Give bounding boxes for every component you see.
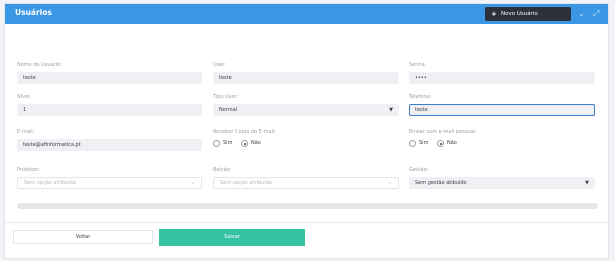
expand-icon[interactable]: ⤢ xyxy=(593,7,599,21)
receber-copia-label: Receber Copia do E-mail: xyxy=(213,129,276,135)
produtor-label: Produtor: xyxy=(17,167,40,173)
tipo-user-label: Tipo User: xyxy=(213,94,239,100)
produtor-select[interactable]: Sem opção atribuída ⌄ xyxy=(17,177,202,189)
nome-field[interactable]: teste xyxy=(17,72,202,84)
nivel-field[interactable]: 1 xyxy=(17,104,202,116)
receber-copia-radio-group: Sim Não xyxy=(213,139,293,149)
plus-icon: + xyxy=(491,10,497,18)
new-user-button[interactable]: + Novo Usuário xyxy=(485,7,571,21)
gestao-value: Sem gestão atibuído xyxy=(415,180,467,186)
nome-label: Nome do Usuário: xyxy=(17,62,62,68)
enviar-pessoal-nao-radio[interactable] xyxy=(437,140,444,147)
receber-copia-nao-radio[interactable] xyxy=(241,140,248,147)
telefone-field[interactable]: teste xyxy=(409,104,595,116)
chevron-down-icon: ⌄ xyxy=(387,180,392,186)
caret-down-icon: ▼ xyxy=(389,107,393,113)
tipo-user-select[interactable]: Normal ▼ xyxy=(213,104,399,116)
tipo-user-value: Normal xyxy=(219,107,238,113)
user-form-panel: Usuários + Novo Usuário ⌄ ⤢ Nome do Usuá… xyxy=(4,3,609,259)
enviar-pessoal-radio-group: Sim Não xyxy=(409,139,489,149)
enviar-pessoal-sim-radio[interactable] xyxy=(409,140,416,147)
caret-down-icon: ▼ xyxy=(585,180,589,186)
page-title: Usuários xyxy=(15,8,52,17)
enviar-pessoal-nao-label: Não xyxy=(447,140,457,146)
email-field[interactable]: teste@afinformatica.pt xyxy=(17,139,202,151)
senha-field[interactable]: •••• xyxy=(409,72,595,84)
enviar-pessoal-label: Enviar com e-mail pessoal: xyxy=(409,129,477,135)
user-field[interactable]: teste xyxy=(213,72,399,84)
progress-bar xyxy=(17,203,598,209)
new-user-button-label: Novo Usuário xyxy=(501,11,538,17)
back-button[interactable]: Voltar xyxy=(13,230,153,244)
chevron-down-icon[interactable]: ⌄ xyxy=(578,7,585,21)
balcao-placeholder: Sem opção atribuída xyxy=(220,180,272,186)
chevron-down-icon: ⌄ xyxy=(190,180,195,186)
gestao-label: Gestão: xyxy=(409,167,429,173)
receber-copia-sim-radio[interactable] xyxy=(213,140,220,147)
produtor-placeholder: Sem opção atribuída xyxy=(24,180,76,186)
senha-label: Senha: xyxy=(409,62,427,68)
gestao-select[interactable]: Sem gestão atibuído ▼ xyxy=(409,177,595,189)
user-label: User: xyxy=(213,62,226,68)
balcao-label: Balcão: xyxy=(213,167,232,173)
email-label: E-mail: xyxy=(17,129,35,135)
panel-header: Usuários + Novo Usuário ⌄ ⤢ xyxy=(5,4,608,24)
save-button[interactable]: Salvar xyxy=(159,229,305,246)
receber-copia-nao-label: Não xyxy=(251,140,261,146)
enviar-pessoal-sim-label: Sim xyxy=(419,140,429,146)
balcao-select[interactable]: Sem opção atribuída ⌄ xyxy=(213,177,399,189)
receber-copia-sim-label: Sim xyxy=(223,140,233,146)
divider xyxy=(5,222,608,223)
nivel-label: Nível: xyxy=(17,94,32,100)
telefone-label: Telefone: xyxy=(409,94,432,100)
